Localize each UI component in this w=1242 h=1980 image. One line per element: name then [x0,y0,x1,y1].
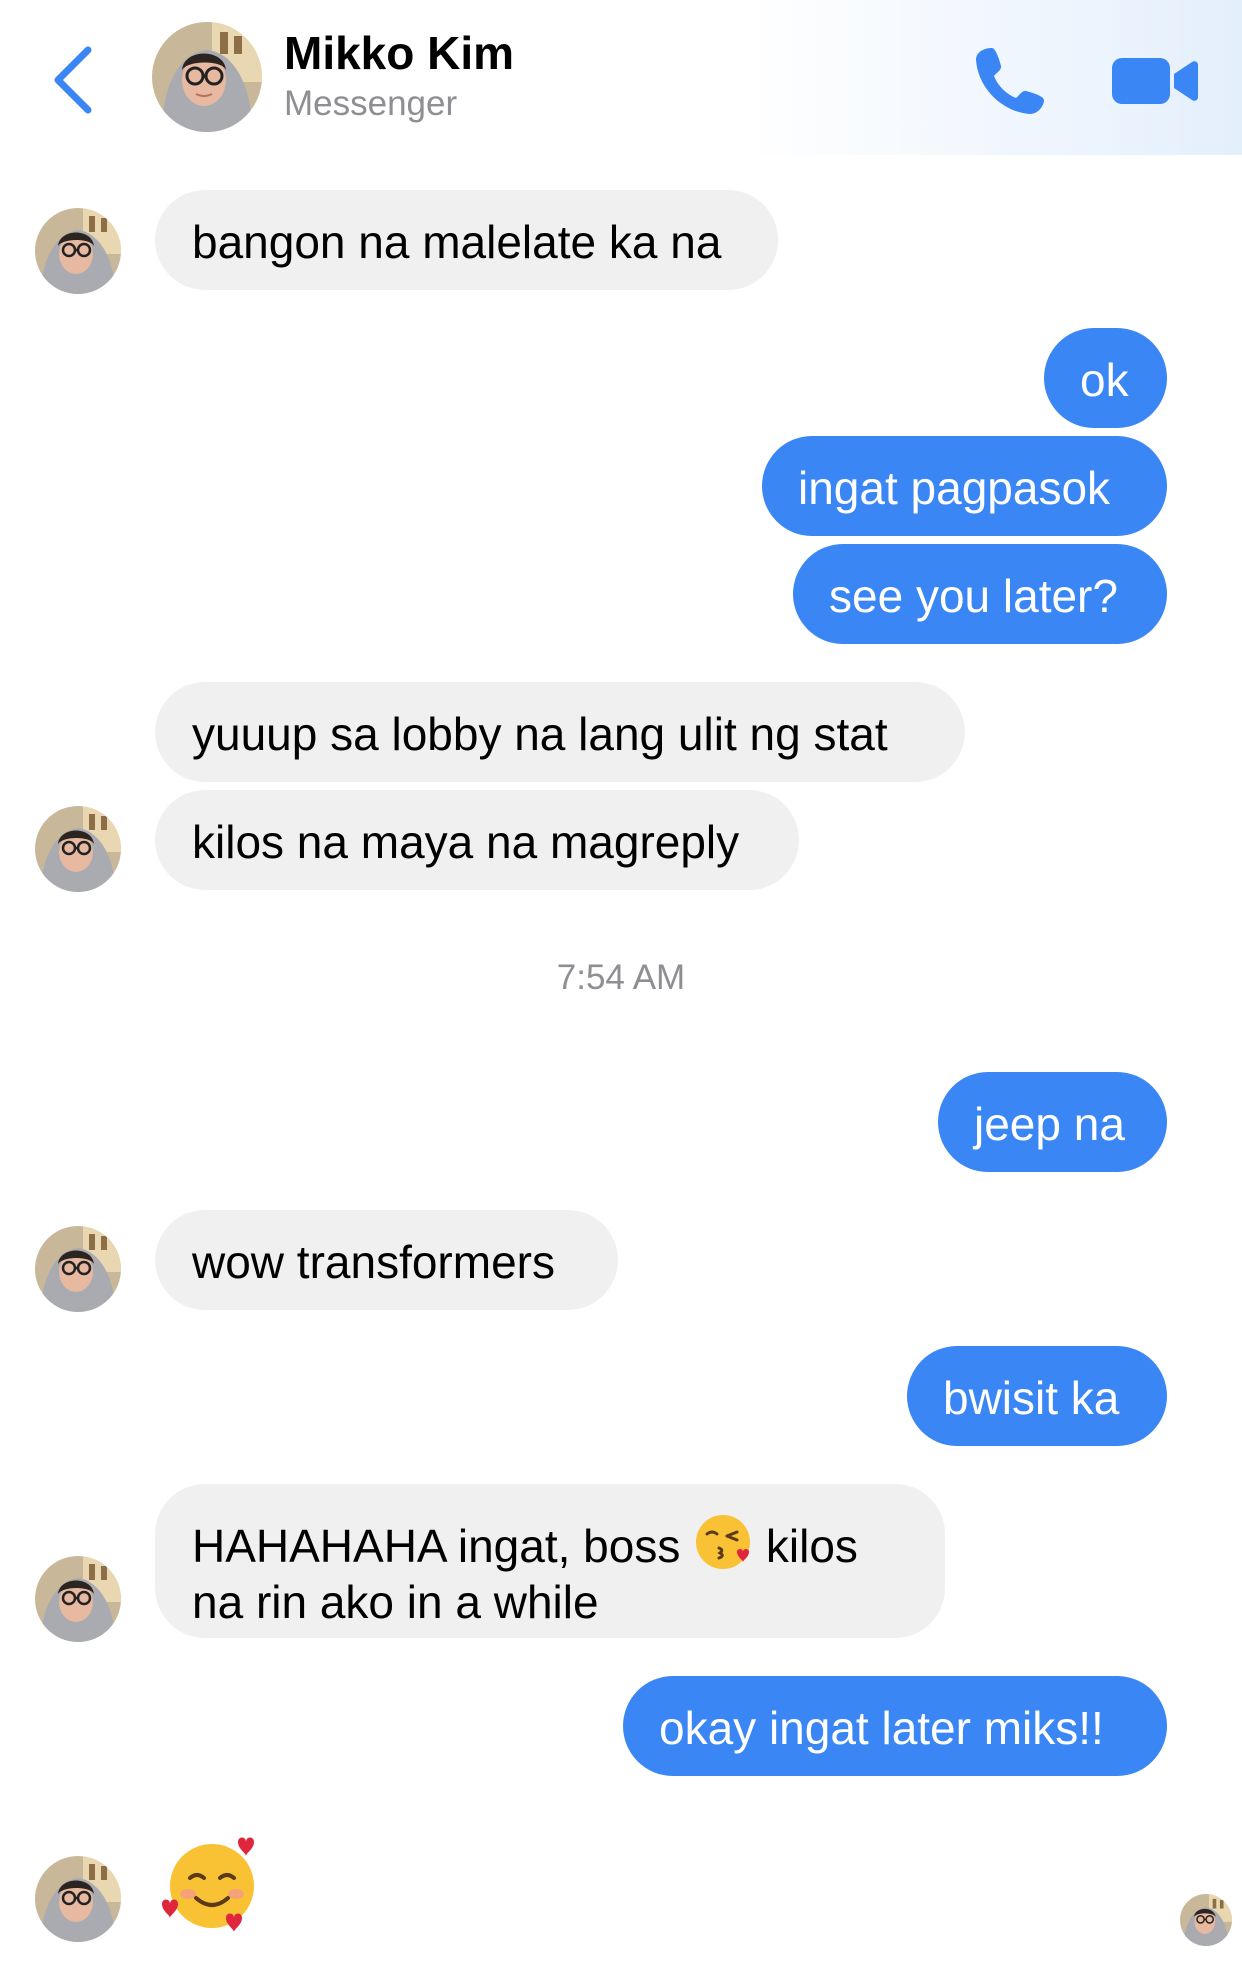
contact-avatar-small[interactable] [35,1556,121,1642]
video-call-button[interactable] [1110,48,1200,112]
message-bubble-received[interactable]: kilos na maya na magreply [155,790,799,890]
message-text: HAHAHAHA ingat, boss [192,1520,681,1572]
message-bubble-sent[interactable]: okay ingat later miks!! [623,1676,1167,1776]
contact-name[interactable]: Mikko Kim [284,26,514,80]
contact-subtitle: Messenger [284,84,458,123]
chevron-left-icon [54,46,92,114]
audio-call-button[interactable] [970,40,1050,120]
contact-avatar-small[interactable] [35,806,121,892]
seen-indicator-avatar [1180,1894,1232,1946]
video-camera-icon [1112,58,1198,104]
message-timestamp: 7:54 AM [556,958,686,997]
message-bubble-received[interactable]: yuuup sa lobby na lang ulit ng stat [155,682,965,782]
message-bubble-sent[interactable]: ingat pagpasok [762,436,1167,536]
message-bubble-sent[interactable]: jeep na [938,1072,1167,1172]
message-bubble-sent[interactable]: ok [1044,328,1167,428]
message-bubble-sent[interactable]: see you later? [793,544,1167,644]
phone-icon [976,48,1044,114]
contact-avatar[interactable] [152,22,262,132]
chat-header: Mikko Kim Messenger [0,0,1242,155]
contact-avatar-small[interactable] [35,208,121,294]
message-bubble-received[interactable]: bangon na malelate ka na [155,190,778,290]
message-bubble-sent[interactable]: bwisit ka [907,1346,1167,1446]
face-blowing-kiss-icon [693,1512,753,1572]
contact-avatar-small[interactable] [35,1856,121,1942]
contact-avatar-small[interactable] [35,1226,121,1312]
back-button[interactable] [40,40,110,120]
smiling-face-with-hearts-icon[interactable] [160,1832,264,1936]
message-bubble-received[interactable]: wow transformers [155,1210,618,1310]
message-bubble-received[interactable]: HAHAHAHA ingat, boss kilos na rin ako in… [155,1484,945,1638]
